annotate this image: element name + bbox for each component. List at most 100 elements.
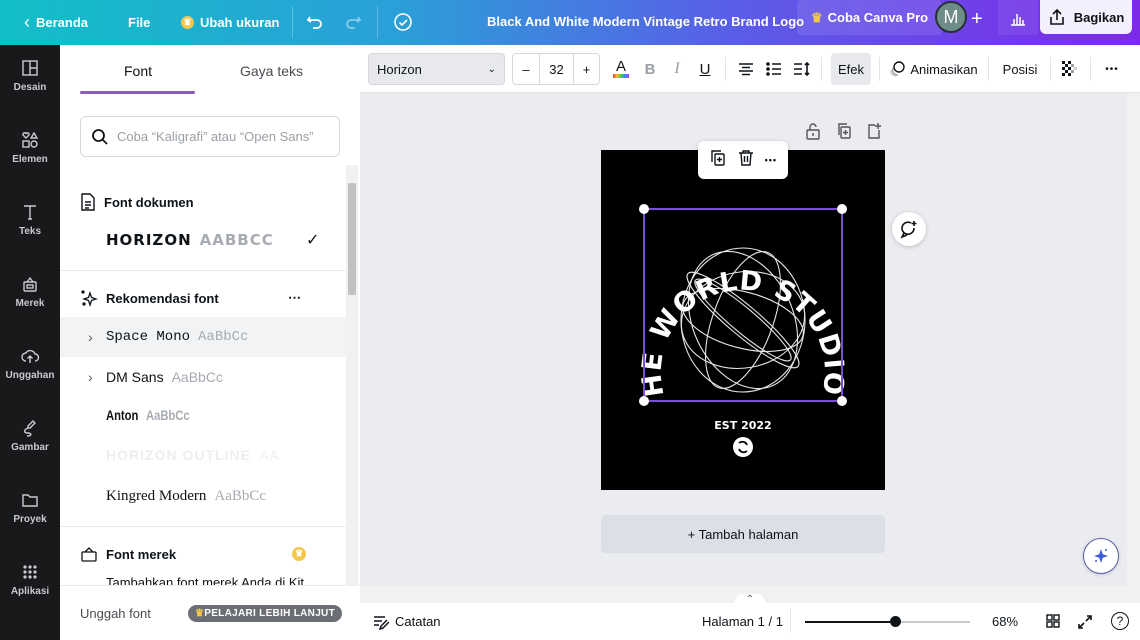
nav-item-apps[interactable]: Aplikasi xyxy=(0,549,60,609)
resize-handle[interactable] xyxy=(639,204,649,214)
document-title[interactable]: Black And White Modern Vintage Retro Bra… xyxy=(487,14,804,29)
chevron-right-icon[interactable]: › xyxy=(88,369,93,385)
resize-handle[interactable] xyxy=(837,204,847,214)
font-item-space-mono[interactable]: › Space Mono AaBbCc xyxy=(60,317,347,357)
logo-emblem-icon xyxy=(733,437,753,457)
grid-view-icon xyxy=(1046,614,1060,628)
font-item-kingred-modern[interactable]: Kingred Modern AaBbCc xyxy=(60,476,347,516)
font-size-input[interactable]: 32 xyxy=(540,54,573,84)
font-item-horizon-outline[interactable]: HORIZON OUTLINE AA xyxy=(60,435,347,475)
cloud-saved-icon[interactable] xyxy=(392,11,414,36)
design-page[interactable]: THE WORLD STUDIOS EST 2022 xyxy=(591,126,885,490)
more-options-button[interactable]: ••• xyxy=(1100,53,1124,85)
crown-icon: ♛ xyxy=(811,9,823,25)
add-page-button[interactable]: + Tambah halaman xyxy=(601,515,885,553)
back-home-button[interactable]: ‹ Beranda xyxy=(24,12,88,33)
undo-icon[interactable] xyxy=(305,12,325,35)
italic-icon: I xyxy=(674,60,680,77)
increase-size-button[interactable]: + xyxy=(573,54,599,84)
zoom-slider-fill xyxy=(805,621,895,623)
lock-page-button[interactable] xyxy=(805,122,823,140)
list-button[interactable] xyxy=(765,53,783,85)
font-sample: AaBbCc xyxy=(146,407,190,423)
notes-button[interactable]: Catatan xyxy=(373,614,441,630)
font-item-horizon[interactable]: HORIZON AABBCC ✓ xyxy=(60,220,347,260)
resize-button[interactable]: ♛ Ubah ukuran xyxy=(181,15,279,30)
nav-item-projects[interactable]: Proyek xyxy=(0,477,60,537)
add-page-icon-button[interactable] xyxy=(866,122,884,140)
search-icon xyxy=(92,128,108,145)
spacing-button[interactable] xyxy=(793,53,811,85)
font-item-anton[interactable]: Anton AaBbCc xyxy=(60,395,347,435)
divider xyxy=(790,609,791,633)
font-family-dropdown[interactable]: Horizon ⌄ xyxy=(368,53,505,85)
back-label: Beranda xyxy=(36,15,89,30)
comment-button[interactable] xyxy=(892,212,926,246)
insights-button[interactable] xyxy=(998,0,1038,35)
transparency-button[interactable] xyxy=(1060,53,1080,85)
duplicate-page-button[interactable] xyxy=(836,122,854,140)
avatar[interactable]: M xyxy=(935,1,967,33)
tab-font[interactable]: Font xyxy=(124,63,152,79)
text-color-button[interactable]: A xyxy=(610,53,632,85)
magic-assistant-button[interactable] xyxy=(1083,538,1119,574)
chevron-right-icon[interactable]: › xyxy=(88,329,93,345)
nav-item-text[interactable]: Teks xyxy=(0,189,60,249)
duplicate-element-button[interactable] xyxy=(709,149,727,172)
transparency-icon xyxy=(1062,61,1077,76)
delete-element-button[interactable] xyxy=(737,149,755,172)
italic-button[interactable]: I xyxy=(669,53,685,85)
decrease-size-button[interactable]: – xyxy=(513,54,540,84)
position-button[interactable]: Posisi xyxy=(1000,53,1040,85)
crown-icon: ♛ xyxy=(194,607,205,619)
zoom-percentage[interactable]: 68% xyxy=(992,614,1018,629)
file-menu-button[interactable]: File xyxy=(128,15,150,30)
effects-button[interactable]: Efek xyxy=(831,53,871,85)
element-more-button[interactable]: ••• xyxy=(765,155,777,165)
element-float-toolbar: ••• xyxy=(698,141,788,179)
page-indicator[interactable]: Halaman 1 / 1 xyxy=(702,614,783,629)
font-name: Space Mono xyxy=(106,329,191,345)
zoom-slider-thumb[interactable] xyxy=(889,616,901,627)
try-pro-button[interactable]: ♛ Coba Canva Pro xyxy=(797,0,943,35)
resize-handle[interactable] xyxy=(639,396,649,406)
nav-item-draw[interactable]: Gambar xyxy=(0,405,60,465)
underline-button[interactable]: U xyxy=(697,53,713,85)
document-icon xyxy=(81,193,95,211)
grid-view-button[interactable] xyxy=(1046,614,1060,631)
text-color-icon: A xyxy=(615,58,626,75)
resize-label: Ubah ukuran xyxy=(200,15,280,30)
zoom-slider[interactable] xyxy=(805,616,970,627)
share-button[interactable]: Bagikan xyxy=(1040,0,1132,34)
nav-item-uploads[interactable]: Unggahan xyxy=(0,333,60,393)
redo-icon[interactable] xyxy=(343,12,363,35)
bold-button[interactable]: B xyxy=(642,53,658,85)
logo-est-text: EST 2022 xyxy=(714,419,771,432)
scrollbar-thumb[interactable] xyxy=(348,183,356,295)
resize-handle[interactable] xyxy=(837,396,847,406)
wireframe-globe xyxy=(680,247,806,393)
font-search-box[interactable] xyxy=(80,116,340,157)
fullscreen-button[interactable] xyxy=(1077,614,1093,633)
tab-text-styles[interactable]: Gaya teks xyxy=(240,63,303,79)
nav-label: Proyek xyxy=(13,513,47,525)
nav-item-brand[interactable]: Merek xyxy=(0,261,60,321)
nav-item-design[interactable]: Desain xyxy=(0,45,60,105)
shapes-icon xyxy=(22,131,39,148)
expand-icon xyxy=(1078,615,1092,629)
align-button[interactable] xyxy=(737,53,755,85)
font-item-dm-sans[interactable]: › DM Sans AaBbCc xyxy=(60,357,347,397)
crown-icon: ♛ xyxy=(181,16,194,29)
add-collaborator-button[interactable]: + xyxy=(971,8,983,31)
divider xyxy=(1090,57,1091,81)
divider xyxy=(988,57,989,81)
more-options-button[interactable]: ⋯ xyxy=(288,290,301,306)
panel-scrollbar[interactable] xyxy=(346,165,358,585)
font-search-input[interactable] xyxy=(117,129,327,144)
canvas-vertical-scrollbar[interactable] xyxy=(1127,93,1140,603)
help-button[interactable]: ? xyxy=(1111,612,1129,630)
animate-button[interactable]: Animasikan xyxy=(888,53,978,85)
nav-item-elements[interactable]: Elemen xyxy=(0,117,60,177)
learn-more-badge[interactable]: ♛PELAJARI LEBIH LANJUT xyxy=(187,604,342,622)
upload-font-button[interactable]: Unggah font xyxy=(80,606,151,621)
